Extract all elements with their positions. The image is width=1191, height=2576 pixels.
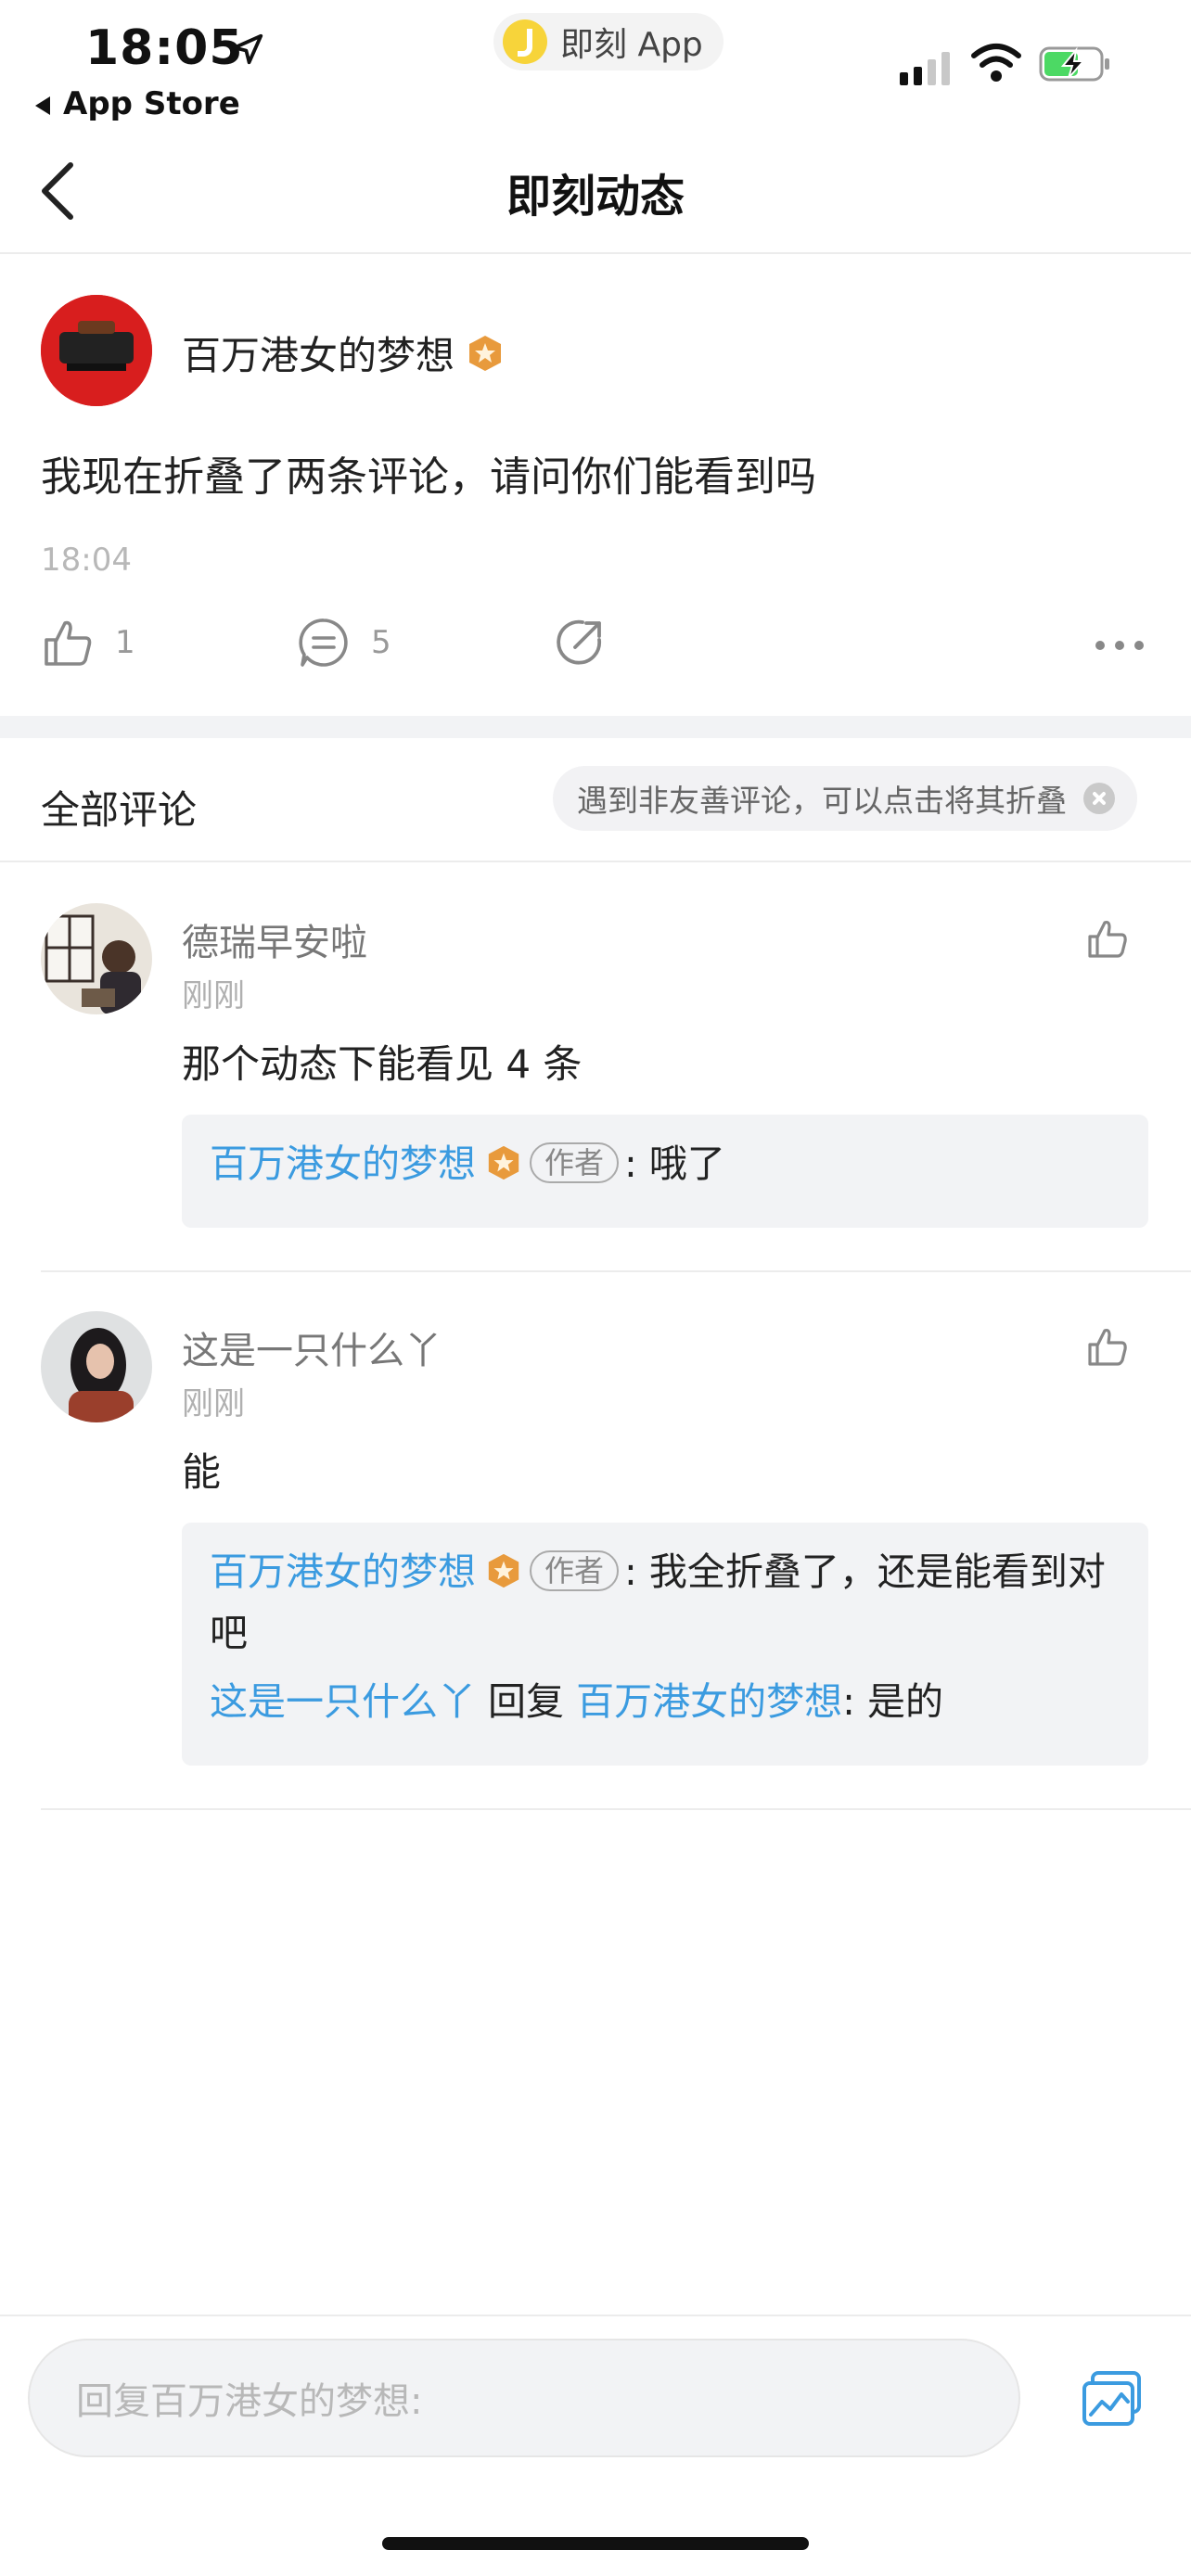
reply-author-link[interactable]: 百万港女的梦想 bbox=[210, 1549, 476, 1594]
post-author[interactable]: 百万港女的梦想 bbox=[182, 325, 505, 381]
author-tag: 作者 bbox=[530, 1550, 620, 1591]
post-avatar-image bbox=[41, 295, 152, 406]
comment-divider bbox=[41, 1270, 1191, 1272]
author-badge-icon bbox=[488, 1145, 519, 1180]
author-badge-icon bbox=[488, 1553, 519, 1588]
comments-header-divider bbox=[0, 861, 1191, 862]
comment-avatar[interactable] bbox=[41, 903, 152, 1014]
composer-divider bbox=[0, 2315, 1191, 2316]
comment-text: 那个动态下能看见 4 条 bbox=[182, 1041, 583, 1087]
comment-author-name[interactable]: 德瑞早安啦 bbox=[182, 912, 367, 966]
comment-time: 刚刚 bbox=[182, 1385, 245, 1422]
thumbs-up-icon bbox=[45, 620, 92, 666]
fold-tip-text: 遇到非友善评论，可以点击将其折叠 bbox=[577, 783, 1067, 819]
post-content: 我现在折叠了两条评论，请问你们能看到吗 bbox=[41, 453, 816, 501]
post-author-avatar[interactable] bbox=[41, 295, 152, 406]
reply-thread: 百万港女的梦想 作者: 哦了 bbox=[182, 1115, 1148, 1228]
reply-text: : 哦了 bbox=[624, 1141, 725, 1186]
comment-avatar-image bbox=[41, 1311, 152, 1422]
section-separator bbox=[0, 716, 1191, 738]
nav-divider bbox=[0, 252, 1191, 254]
all-comments-title: 全部评论 bbox=[41, 787, 198, 833]
location-arrow-icon bbox=[232, 33, 263, 65]
reply-input[interactable]: 回复百万港女的梦想: bbox=[28, 2339, 1020, 2457]
jike-logo-icon bbox=[503, 19, 547, 64]
comment-avatar-image bbox=[41, 903, 152, 1014]
comment-bubble-icon bbox=[299, 618, 348, 667]
battery-charging-icon bbox=[1039, 46, 1109, 82]
comment-author-name[interactable]: 这是一只什么丫 bbox=[182, 1320, 442, 1374]
reply-item: 这是一只什么丫 回复 百万港女的梦想: 是的 bbox=[210, 1671, 1121, 1732]
image-picker-icon[interactable] bbox=[1082, 2370, 1143, 2428]
author-tag: 作者 bbox=[530, 1142, 620, 1183]
reply-item: 百万港女的梦想 作者: 我全折叠了，还是能看到对吧 bbox=[210, 1541, 1121, 1664]
status-time: 18:05 bbox=[85, 20, 244, 76]
reply-thread: 百万港女的梦想 作者: 我全折叠了，还是能看到对吧 这是一只什么丫 回复 百万港女… bbox=[182, 1523, 1148, 1766]
reply-author-link[interactable]: 这是一只什么丫 bbox=[210, 1679, 476, 1724]
comment-text: 能 bbox=[182, 1449, 222, 1495]
comment-count: 5 bbox=[371, 624, 391, 661]
author-badge-icon bbox=[469, 335, 502, 371]
home-indicator[interactable] bbox=[382, 2537, 809, 2550]
comment-time: 刚刚 bbox=[182, 977, 245, 1014]
page-title: 即刻动态 bbox=[506, 171, 685, 223]
reply-word: 回复 bbox=[488, 1679, 565, 1724]
more-options-icon[interactable] bbox=[1093, 634, 1146, 657]
wifi-icon bbox=[971, 44, 1021, 82]
comment-like-icon[interactable] bbox=[1085, 916, 1130, 961]
reply-item: 百万港女的梦想 作者: 哦了 bbox=[210, 1133, 1121, 1194]
close-tip-icon[interactable] bbox=[1083, 783, 1115, 814]
reply-text: : 是的 bbox=[842, 1679, 943, 1724]
reply-author-link[interactable]: 百万港女的梦想 bbox=[210, 1141, 476, 1186]
like-count: 1 bbox=[115, 624, 135, 661]
comment-avatar[interactable] bbox=[41, 1311, 152, 1422]
reply-target-link[interactable]: 百万港女的梦想 bbox=[576, 1679, 842, 1724]
back-triangle-icon bbox=[35, 96, 50, 115]
reply-input-placeholder: 回复百万港女的梦想: bbox=[76, 2380, 423, 2423]
share-arrow-icon bbox=[557, 619, 602, 665]
comment-like-icon[interactable] bbox=[1085, 1324, 1130, 1369]
back-to-app-store[interactable]: App Store bbox=[35, 85, 240, 122]
like-button[interactable]: 1 bbox=[41, 616, 135, 670]
fold-tip-banner[interactable]: 遇到非友善评论，可以点击将其折叠 bbox=[553, 766, 1137, 831]
post-timestamp: 18:04 bbox=[41, 542, 132, 579]
post-author-name: 百万港女的梦想 bbox=[182, 333, 455, 378]
share-button[interactable] bbox=[553, 616, 627, 670]
cellular-signal-icon bbox=[900, 52, 950, 85]
comment-divider bbox=[41, 1808, 1191, 1810]
app-indicator-pill[interactable]: 即刻 App bbox=[493, 13, 724, 70]
comment-button[interactable]: 5 bbox=[297, 616, 391, 670]
